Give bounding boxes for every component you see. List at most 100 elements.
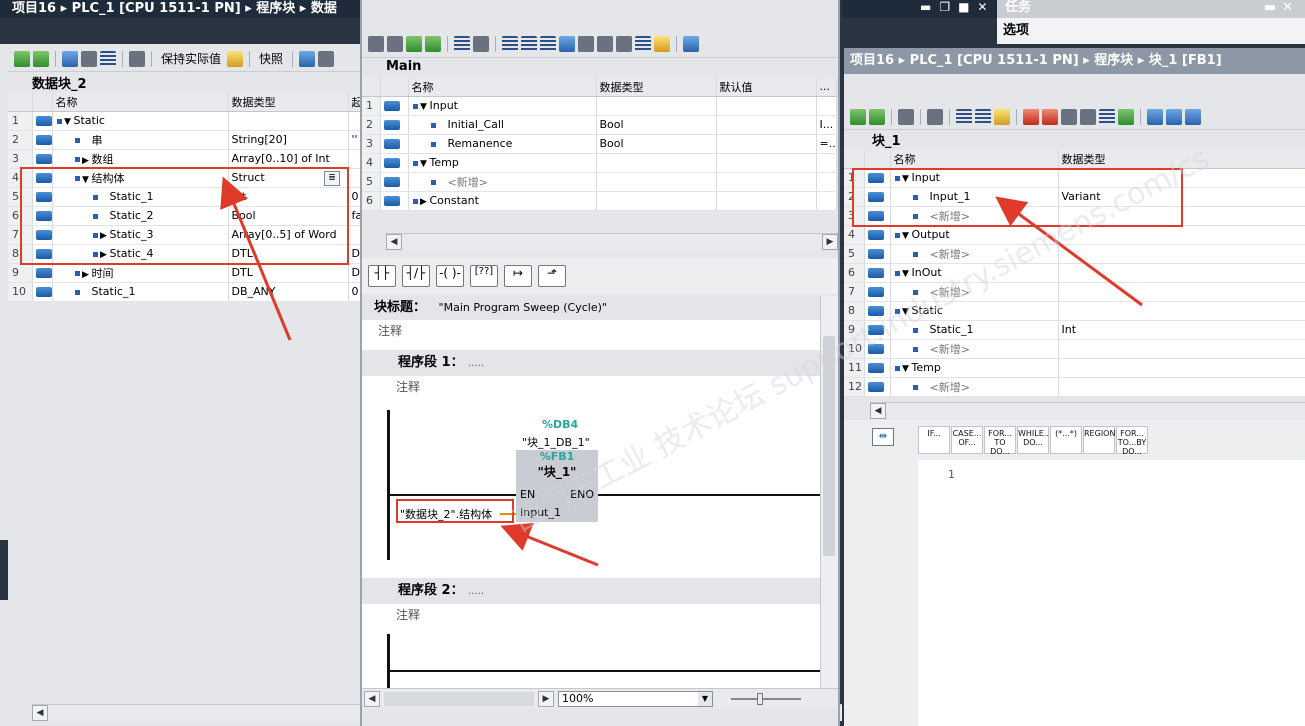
add-row-icon[interactable] — [425, 35, 441, 52]
format-icon[interactable] — [1185, 108, 1201, 125]
fb-table-scrollbar[interactable]: ◀ — [870, 402, 1305, 419]
cell-default[interactable] — [716, 153, 817, 173]
breakpoint-icon[interactable] — [597, 35, 613, 52]
expand-all-icon[interactable] — [100, 50, 116, 67]
network-open-icon[interactable] — [975, 108, 991, 125]
scl-keyword-button[interactable]: WHILE.. DO... — [1017, 426, 1049, 454]
table-row[interactable]: 2 串 String[20] '' — [8, 130, 361, 150]
cell-name[interactable]: ▼ InOut — [890, 263, 1059, 283]
snapshot-load-icon[interactable] — [62, 50, 78, 67]
table-row[interactable]: 10 <新增> — [844, 339, 1305, 359]
cell-type[interactable]: Bool — [596, 115, 717, 135]
table-row[interactable]: 11 ▼ Temp — [844, 358, 1305, 378]
keep-values-icon[interactable] — [227, 50, 244, 67]
cell-name[interactable]: Static_1 — [52, 282, 229, 302]
cell-type[interactable] — [228, 111, 349, 131]
insert-network-icon[interactable] — [368, 35, 384, 52]
cell-name[interactable]: 串 — [52, 130, 229, 150]
column-datatype[interactable]: 数据类型 — [1058, 150, 1305, 169]
cell-name[interactable]: ▼ Temp — [890, 358, 1059, 378]
coil-icon[interactable]: -( )- — [436, 265, 464, 287]
cell-name[interactable]: <新增> — [890, 339, 1059, 359]
cell-name[interactable]: <新增> — [890, 377, 1059, 397]
cell-type[interactable] — [1058, 225, 1305, 245]
interface-icon[interactable] — [454, 35, 470, 52]
close-branch-icon[interactable]: ⬏ — [538, 265, 566, 287]
cell-type[interactable]: DB_ANY — [228, 282, 349, 302]
cell-type[interactable]: DTL — [228, 263, 349, 283]
list-icon[interactable] — [1099, 108, 1115, 125]
scl-keyword-button[interactable]: (*...*) — [1050, 426, 1082, 454]
outdent-icon[interactable] — [1166, 108, 1182, 125]
cell-type[interactable]: String[20] — [228, 130, 349, 150]
breadcrumb-plc[interactable]: PLC_1 [CPU 1511-1 PN] — [910, 53, 1079, 68]
cell-start[interactable] — [348, 149, 361, 169]
cell-extra[interactable] — [816, 96, 837, 116]
breadcrumb-data-block[interactable]: 数据 — [311, 1, 337, 16]
scroll-left-icon[interactable]: ◀ — [32, 705, 48, 721]
scl-editor[interactable]: 1 — [918, 460, 1305, 726]
expand-arrow-icon[interactable]: ▼ — [62, 117, 74, 127]
column-name[interactable]: 名称 — [52, 93, 229, 112]
comments-icon[interactable] — [559, 35, 575, 52]
window-controls-icon[interactable]: ▬❐■✕ — [920, 0, 996, 14]
cell-type[interactable]: Int — [1058, 320, 1305, 340]
expand-arrow-icon[interactable]: ▼ — [900, 231, 912, 241]
cell-default[interactable] — [716, 115, 817, 135]
cell-start[interactable] — [348, 225, 361, 245]
cell-start[interactable]: 0 — [348, 187, 361, 207]
table-row[interactable]: 10 Static_1 DB_ANY 0 — [8, 282, 361, 302]
breadcrumb-project[interactable]: 项目16 — [850, 53, 894, 68]
expand-arrow-icon[interactable]: ▼ — [900, 307, 912, 317]
column-datatype[interactable]: 数据类型 — [228, 93, 349, 112]
breadcrumb-program-blocks[interactable]: 程序块 — [1094, 53, 1133, 68]
cell-name[interactable]: Remanence — [408, 134, 597, 154]
table-row[interactable]: 6 ▶ Constant — [362, 191, 837, 211]
insert-row-icon[interactable] — [406, 35, 422, 52]
cell-extra[interactable] — [816, 153, 837, 173]
cell-name[interactable]: <新增> — [890, 282, 1059, 302]
network-1-comment[interactable]: 注释 — [362, 376, 820, 398]
scroll-right-icon[interactable]: ▶ — [538, 690, 554, 707]
cell-start[interactable]: DT — [348, 263, 361, 283]
cell-default[interactable] — [716, 191, 817, 211]
table-row[interactable]: 9 Static_1 Int — [844, 320, 1305, 340]
indent-icon[interactable] — [1147, 108, 1163, 125]
cell-start[interactable]: 0 — [348, 282, 361, 302]
network-open-icon[interactable] — [502, 35, 518, 52]
cell-type[interactable]: Array[0..10] of Int — [228, 149, 349, 169]
add-row-icon[interactable] — [33, 50, 49, 67]
breadcrumb-fb[interactable]: 块_1 [FB1] — [1149, 53, 1222, 68]
expand-arrow-icon[interactable]: ▶ — [80, 270, 92, 280]
reset-start-values-icon[interactable] — [81, 50, 97, 67]
table-row[interactable]: 12 <新增> — [844, 377, 1305, 397]
no-contact-icon[interactable]: ┤├ — [368, 265, 396, 287]
cell-name[interactable]: ▶ 时间 — [52, 263, 229, 283]
breadcrumb-program-blocks[interactable]: 程序块 — [256, 1, 295, 16]
options-label[interactable]: 选项 — [997, 18, 1305, 44]
cell-name[interactable]: Static_1 — [890, 320, 1059, 340]
struct-edit-icon[interactable]: ≣ — [324, 171, 340, 186]
block-comment[interactable]: 注释 — [362, 320, 820, 342]
breakpoint-set-icon[interactable] — [1023, 108, 1039, 125]
cell-default[interactable] — [716, 134, 817, 154]
monitor-icon[interactable] — [473, 35, 489, 52]
cell-name[interactable]: ▼ Static — [52, 111, 229, 131]
cell-type[interactable] — [1058, 358, 1305, 378]
network-close-icon[interactable] — [521, 35, 537, 52]
cell-type[interactable] — [1058, 244, 1305, 264]
expand-arrow-icon[interactable]: ▼ — [418, 102, 430, 112]
favorites-icon[interactable] — [994, 108, 1010, 125]
cell-type[interactable] — [596, 191, 717, 211]
scroll-left-icon[interactable]: ◀ — [870, 403, 886, 419]
scl-keyword-button[interactable]: IF... — [918, 426, 950, 454]
cell-name[interactable]: <新增> — [408, 172, 597, 192]
expand-arrow-icon[interactable]: ▶ — [418, 197, 430, 207]
cell-name[interactable]: Initial_Call — [408, 115, 597, 135]
scroll-left-icon[interactable]: ◀ — [386, 234, 402, 250]
add-row-icon[interactable] — [869, 108, 885, 125]
toggle-pane-icon[interactable]: ⇹ — [872, 428, 894, 446]
block-title-value[interactable]: "Main Program Sweep (Cycle)" — [439, 301, 607, 314]
cell-type[interactable] — [1058, 263, 1305, 283]
absolute-operands-icon[interactable] — [540, 35, 556, 52]
